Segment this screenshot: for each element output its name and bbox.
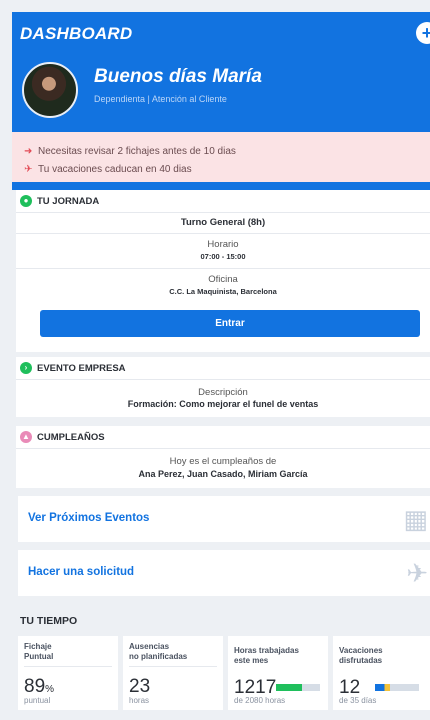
section-header: › EVENTO EMPRESA (16, 357, 430, 379)
event-description: Formación: Como mejorar el funel de vent… (127, 399, 319, 409)
stat-value: 89 (24, 676, 46, 697)
upcoming-events-link[interactable]: Ver Próximos Eventos ▦ (18, 496, 430, 542)
schedule-label: Horario (207, 239, 239, 250)
alert-text: Necesitas revisar 2 fichajes antes de 10… (38, 145, 236, 157)
section-title: TU TIEMPO (20, 615, 78, 627)
plane-icon: ✈ (24, 163, 33, 175)
stat-value: 23 (129, 676, 151, 697)
clock-out-icon: ➜ (24, 145, 33, 157)
add-button[interactable]: + (416, 22, 430, 44)
vacation-progress-bar (375, 684, 419, 691)
clock-icon: ● (20, 195, 32, 207)
birthday-card: ▲ CUMPLEAÑOS Hoy es el cumpleaños de Ana… (16, 426, 430, 488)
user-role: Dependienta | Atención al Cliente (94, 94, 227, 104)
avatar[interactable] (22, 62, 78, 118)
section-title: EVENTO EMPRESA (37, 362, 126, 374)
arrow-right-icon: › (20, 362, 32, 374)
event-label: Descripción (198, 387, 248, 398)
section-title: CUMPLEAÑOS (37, 431, 105, 443)
jornada-card: ● TU JORNADA Turno General (8h) Horario … (16, 190, 430, 352)
alert-text: Tu vacaciones caducan en 40 dias (38, 163, 192, 175)
stat-caption: de 35 días (339, 696, 377, 705)
shift-name: Turno General (8h) (180, 217, 266, 228)
enter-button[interactable]: Entrar (40, 310, 420, 337)
request-link[interactable]: Hacer una solicitud ✈ (18, 550, 430, 596)
stat-caption: de 2080 horas (234, 696, 286, 705)
stat-unit: % (45, 684, 55, 695)
stat-tile-absences[interactable]: Ausencias no planificadas 23 horas (123, 636, 223, 710)
alert-item[interactable]: ✈ Tu vacaciones caducan en 40 dias (24, 160, 430, 178)
office-value: C.C. La Maquinista, Barcelona (169, 287, 277, 296)
cake-icon: ▲ (20, 431, 32, 443)
event-card: › EVENTO EMPRESA Descripción Formación: … (16, 357, 430, 417)
section-title: TU JORNADA (37, 195, 100, 207)
schedule-value: 07:00 - 15:00 (200, 252, 246, 261)
stat-tile-hours[interactable]: Horas trabajadas este mes 1217 de 2080 ho… (228, 636, 328, 710)
greeting-text: Buenos días María (94, 66, 262, 87)
plane-icon: ✈ (406, 558, 428, 588)
stat-tile-vacations[interactable]: Vacaciones disfrutadas 12 de 35 días (333, 636, 430, 710)
page-title: DASHBOARD (20, 24, 133, 43)
birthday-names: Ana Perez, Juan Casado, Miriam García (138, 469, 308, 479)
stat-tile-punctuality[interactable]: Fichaje Puntual 89% puntual (18, 636, 118, 710)
link-label: Hacer una solicitud (28, 566, 135, 578)
calendar-icon: ▦ (403, 504, 428, 534)
office-label: Oficina (208, 274, 238, 285)
section-header: ● TU JORNADA (16, 190, 430, 212)
alerts-banner: ➜ Necesitas revisar 2 fichajes antes de … (12, 132, 430, 182)
alert-item[interactable]: ➜ Necesitas revisar 2 fichajes antes de … (24, 142, 430, 160)
stat-caption: horas (129, 696, 150, 705)
hours-progress-bar (276, 684, 320, 691)
section-header: ▲ CUMPLEAÑOS (16, 426, 430, 448)
link-label: Ver Próximos Eventos (28, 512, 150, 524)
stat-caption: puntual (24, 696, 51, 705)
birthday-intro: Hoy es el cumpleaños de (169, 456, 277, 467)
